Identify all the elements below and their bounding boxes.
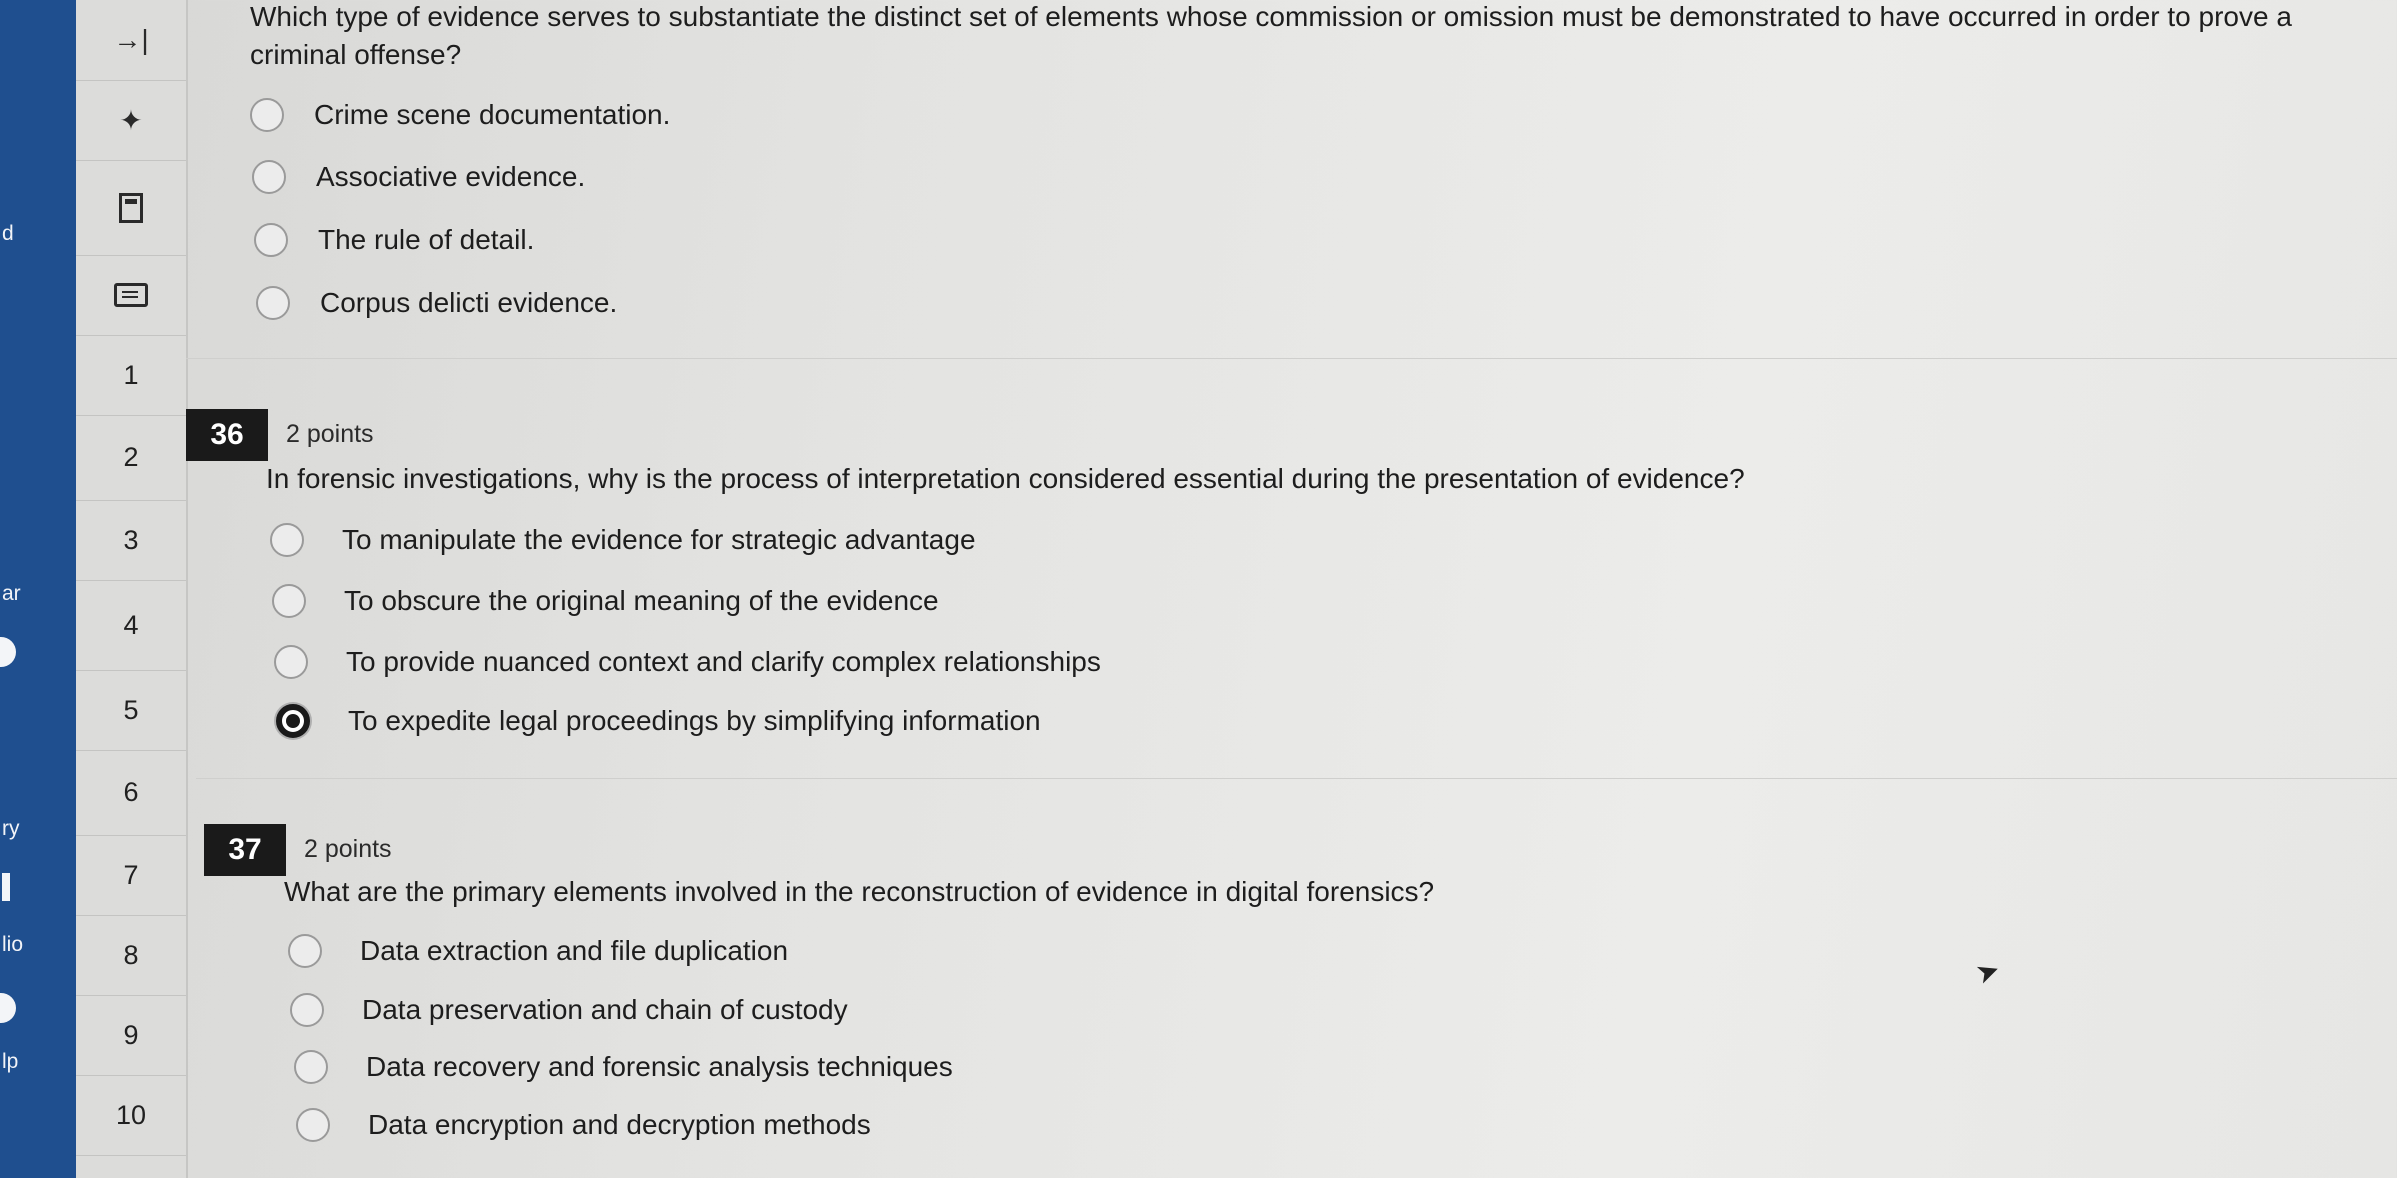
question-points: 2 points — [286, 420, 374, 448]
answer-option[interactable]: Data preservation and chain of custody — [290, 993, 848, 1027]
radio-button[interactable] — [290, 993, 324, 1027]
answer-option[interactable]: The rule of detail. — [254, 223, 534, 257]
radio-button-selected[interactable] — [276, 704, 310, 738]
answer-label: To provide nuanced context and clarify c… — [346, 646, 1101, 677]
answer-label: Crime scene documentation. — [314, 99, 671, 130]
pin-button[interactable]: ✦ — [76, 80, 186, 161]
question-text: In forensic investigations, why is the p… — [266, 463, 1745, 494]
answer-label: Data encryption and decryption methods — [368, 1109, 871, 1140]
radio-button[interactable] — [296, 1108, 330, 1142]
notes-button[interactable] — [76, 255, 186, 336]
answer-option[interactable]: Associative evidence. — [252, 160, 585, 194]
answer-label: To obscure the original meaning of the e… — [344, 585, 939, 616]
answer-label: The rule of detail. — [318, 224, 535, 255]
answer-option[interactable]: Data recovery and forensic analysis tech… — [294, 1050, 953, 1084]
answer-label: Data preservation and chain of custody — [362, 994, 848, 1025]
pin-icon: ✦ — [119, 104, 143, 136]
question-divider — [186, 358, 2397, 359]
radio-button[interactable] — [256, 286, 290, 320]
question-nav-item[interactable]: 3 — [76, 500, 186, 581]
question-text: Which type of evidence serves to substan… — [250, 1, 2292, 70]
question-nav-item[interactable]: 9 — [76, 995, 186, 1076]
notes-icon — [114, 283, 148, 307]
global-nav-label[interactable]: lio — [2, 933, 23, 957]
global-nav-icon[interactable] — [0, 993, 16, 1023]
radio-button[interactable] — [250, 98, 284, 132]
radio-button[interactable] — [270, 523, 304, 557]
question-nav-item[interactable]: 1 — [76, 335, 186, 416]
question-nav-item[interactable]: 2 — [76, 415, 186, 501]
question-number-badge: 37 — [204, 824, 286, 876]
answer-option[interactable]: Crime scene documentation. — [250, 98, 670, 132]
question-text: What are the primary elements involved i… — [284, 876, 1435, 907]
global-nav-label[interactable]: lp — [2, 1050, 18, 1074]
flag-button[interactable] — [76, 160, 186, 256]
question-number-badge: 36 — [186, 409, 268, 461]
global-nav-label[interactable]: d — [2, 222, 14, 246]
global-nav-icon[interactable] — [0, 637, 16, 667]
bookmark-icon — [119, 192, 143, 223]
radio-button[interactable] — [294, 1050, 328, 1084]
question-points: 2 points — [304, 835, 392, 863]
answer-label: Data recovery and forensic analysis tech… — [366, 1051, 953, 1082]
collapse-navigator-button[interactable]: →| — [76, 0, 186, 81]
answer-option[interactable]: To expedite legal proceedings by simplif… — [276, 704, 1041, 738]
question-divider — [196, 778, 2397, 779]
radio-button[interactable] — [252, 160, 286, 194]
question-nav-item[interactable]: 8 — [76, 915, 186, 996]
global-nav-icon[interactable] — [2, 873, 10, 901]
global-nav-label[interactable]: ry — [2, 817, 20, 841]
answer-label: To manipulate the evidence for strategic… — [342, 524, 976, 555]
question-nav-item[interactable]: 7 — [76, 835, 186, 916]
answer-option[interactable]: To provide nuanced context and clarify c… — [274, 645, 1101, 679]
radio-button[interactable] — [274, 645, 308, 679]
question-nav-item[interactable]: 4 — [76, 580, 186, 671]
question-nav-item[interactable]: 6 — [76, 750, 186, 836]
radio-button[interactable] — [272, 584, 306, 618]
answer-option[interactable]: Data encryption and decryption methods — [296, 1108, 871, 1142]
quiz-content: Which type of evidence serves to substan… — [186, 0, 2397, 1178]
question-nav-item[interactable]: 5 — [76, 670, 186, 751]
global-nav: d ar ry lio lp — [0, 0, 76, 1178]
answer-option[interactable]: To manipulate the evidence for strategic… — [270, 523, 976, 557]
answer-label: Associative evidence. — [316, 161, 586, 192]
question-nav-item[interactable]: 10 — [76, 1075, 186, 1156]
answer-label: To expedite legal proceedings by simplif… — [348, 705, 1041, 736]
answer-option[interactable]: Data extraction and file duplication — [288, 934, 788, 968]
answer-label: Corpus delicti evidence. — [320, 287, 618, 318]
global-nav-label[interactable]: ar — [2, 582, 21, 606]
answer-option[interactable]: To obscure the original meaning of the e… — [272, 584, 939, 618]
answer-label: Data extraction and file duplication — [360, 935, 789, 966]
radio-button[interactable] — [288, 934, 322, 968]
answer-option[interactable]: Corpus delicti evidence. — [256, 286, 617, 320]
radio-button[interactable] — [254, 223, 288, 257]
collapse-arrow-icon: →| — [113, 24, 149, 55]
question-navigator: →| ✦ 1 2 3 4 5 6 7 8 9 10 — [76, 0, 188, 1178]
